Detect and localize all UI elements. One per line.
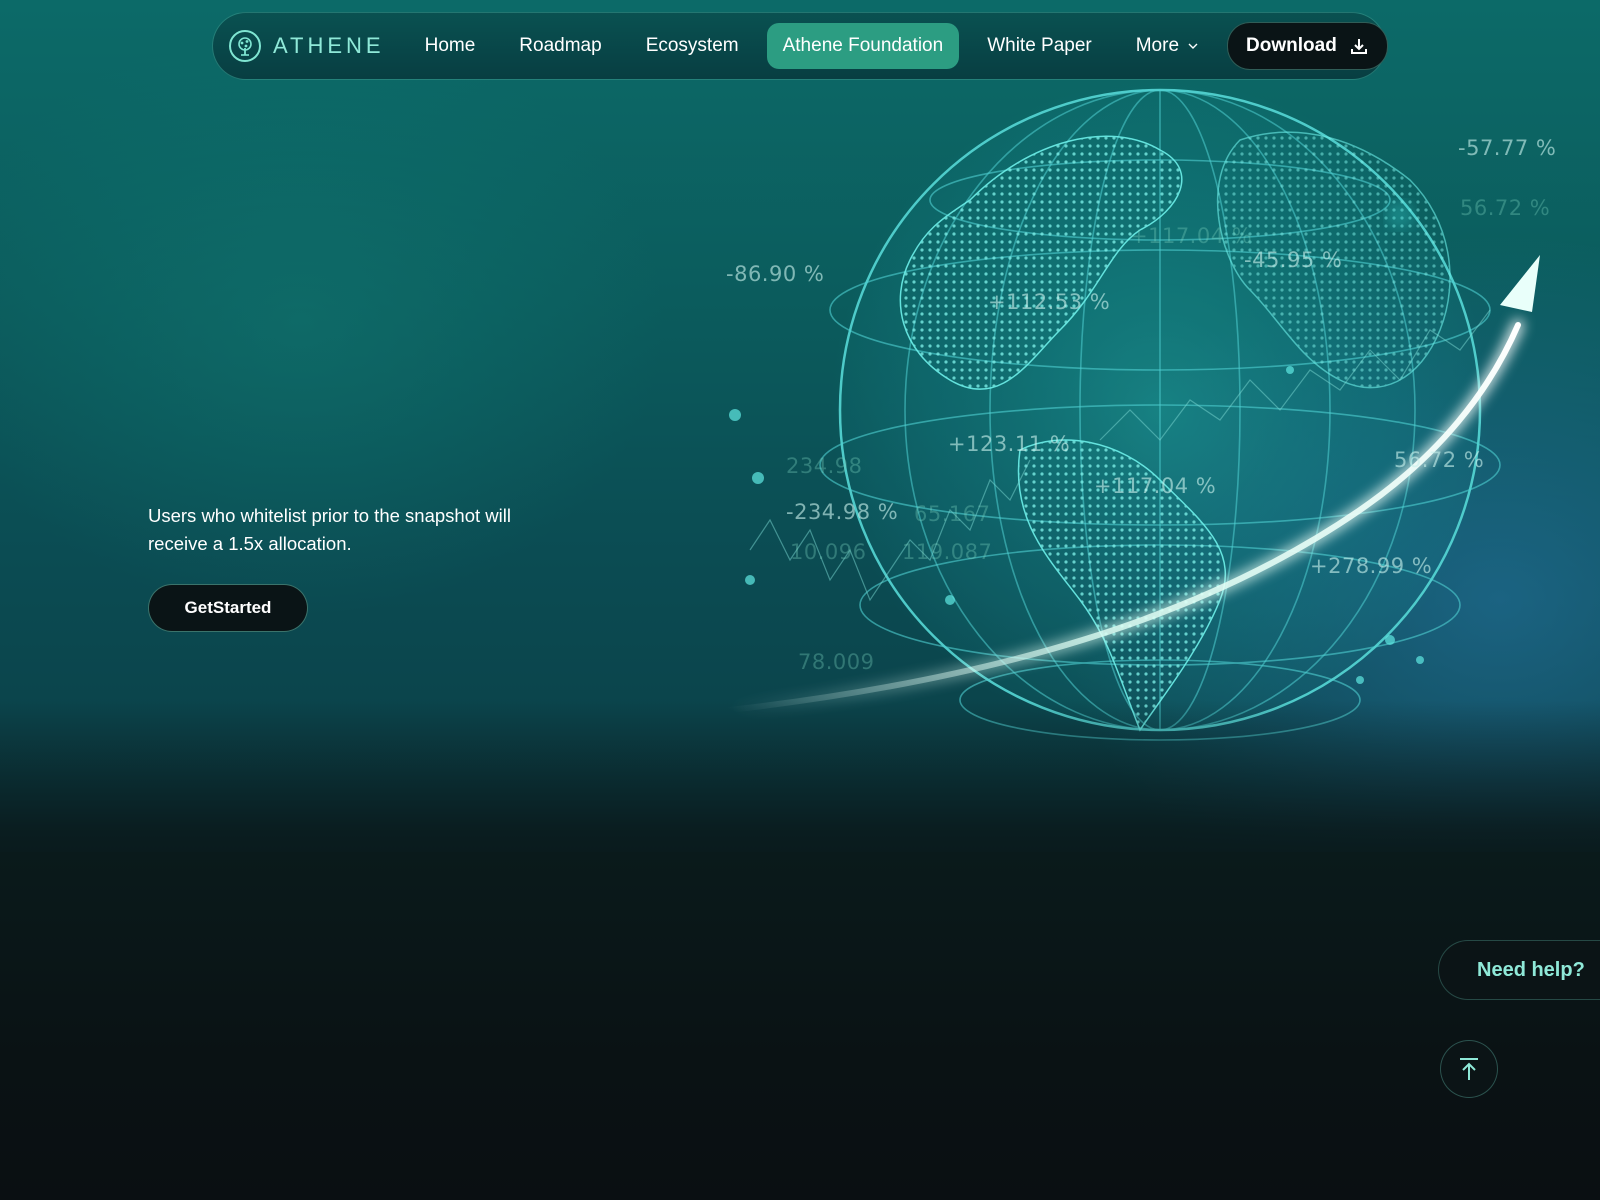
globe-stat: +278.99 %: [1310, 554, 1433, 578]
get-started-button[interactable]: GetStarted: [148, 584, 308, 632]
nav-roadmap[interactable]: Roadmap: [503, 23, 617, 69]
globe-stat: +117.04 %: [1130, 224, 1253, 248]
nav-more-dropdown[interactable]: More: [1120, 23, 1215, 69]
globe-stat: -45.95 %: [1244, 248, 1343, 272]
nav-white-paper[interactable]: White Paper: [971, 23, 1108, 69]
nav-athene-foundation[interactable]: Athene Foundation: [766, 23, 960, 69]
globe-stat: +123.11 %: [948, 432, 1071, 456]
hero-bottom-fade: [0, 700, 1600, 852]
globe-stat: 234.98: [786, 454, 863, 478]
arrow-up-to-line-icon: [1460, 1058, 1478, 1080]
chevron-down-icon: [1188, 43, 1198, 49]
hero-tagline: Users who whitelist prior to the snapsho…: [148, 505, 511, 554]
globe-illustration: [724, 80, 1540, 741]
nav-more-label: More: [1135, 35, 1180, 56]
globe-stat: 78.009: [798, 650, 875, 674]
download-button[interactable]: Download: [1227, 22, 1388, 70]
scroll-to-top-button[interactable]: [1440, 1040, 1498, 1098]
nav-home[interactable]: Home: [409, 23, 492, 69]
globe-stat: 65.167: [914, 502, 991, 526]
brand-logo[interactable]: ATHENE: [229, 30, 385, 62]
globe-stat: -234.98 %: [786, 500, 899, 524]
globe-stat: 10.096: [790, 540, 867, 564]
athene-tree-icon: [229, 30, 261, 62]
globe-stat: 56.72 %: [1394, 448, 1485, 472]
globe-stat: -86.90 %: [726, 262, 825, 286]
globe-stat: 119.087: [902, 540, 993, 564]
globe-stat: -57.77 %: [1458, 136, 1557, 160]
globe-stat: +117.04 %: [1094, 474, 1217, 498]
globe-stat: +112.53 %: [988, 290, 1111, 314]
globe-stat: 56.72 %: [1460, 196, 1551, 220]
lower-section: [0, 852, 1600, 1200]
download-label: Download: [1246, 35, 1337, 56]
brand-name: ATHENE: [273, 33, 385, 58]
nav-ecosystem[interactable]: Ecosystem: [630, 23, 755, 69]
need-help-button[interactable]: Need help?: [1438, 940, 1600, 1000]
download-icon: [1350, 39, 1367, 54]
top-navigation: ATHENE Home Roadmap Ecosystem Athene Fou…: [212, 12, 1388, 80]
hero-section: -57.77 % -86.90 % +117.04 % -45.95 % +11…: [0, 0, 1600, 852]
